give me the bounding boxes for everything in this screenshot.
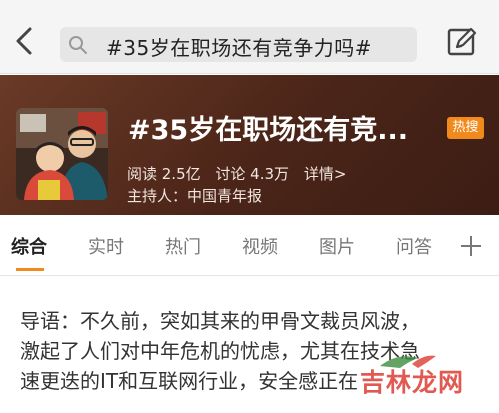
topic-avatar[interactable] (16, 108, 108, 200)
add-tab-button[interactable] (458, 233, 484, 259)
tab-qa[interactable]: 问答 (396, 233, 432, 259)
watermark-text: 吉林龙网 (360, 368, 465, 397)
avatar-photo (16, 108, 108, 200)
intro-section: 导语：不久前，突如其来的甲骨文裁员风波， 激起了人们对中年危机的忧虑，尤其在技术… (0, 277, 499, 413)
search-icon (69, 36, 87, 54)
topic-header: #35岁在职场还有竞... 热搜 阅读 2.5亿 讨论 4.3万 详情> 主持人… (0, 75, 499, 215)
plus-icon (461, 236, 481, 256)
read-count: 阅读 2.5亿 (127, 165, 201, 183)
topic-stats: 阅读 2.5亿 讨论 4.3万 详情> (127, 163, 356, 184)
discussion-count: 讨论 4.3万 (215, 165, 290, 183)
compose-button[interactable] (446, 24, 478, 58)
intro-line: 导语：不久前，突如其来的甲骨文裁员风波， (20, 309, 420, 333)
compose-icon (447, 27, 477, 56)
tab-comprehensive[interactable]: 综合 (11, 233, 47, 259)
tab-realtime[interactable]: 实时 (88, 233, 124, 259)
top-bar: #35岁在职场还有竞争力吗# (0, 0, 499, 74)
tab-hot[interactable]: 热门 (165, 233, 201, 259)
tab-video[interactable]: 视频 (242, 233, 278, 259)
search-query: #35岁在职场还有竞争力吗# (106, 36, 372, 60)
hot-badge: 热搜 (447, 117, 484, 139)
active-tab-indicator (16, 268, 44, 271)
tab-images[interactable]: 图片 (319, 233, 355, 259)
topic-title: #35岁在职场还有竞... (128, 115, 408, 146)
back-button[interactable] (12, 24, 38, 58)
tab-bar: 综合 实时 热门 视频 图片 问答 (0, 216, 499, 276)
details-link[interactable]: 详情> (304, 165, 347, 183)
back-arrow-icon (16, 27, 32, 55)
topic-host: 主持人：中国青年报 (127, 187, 263, 205)
search-input[interactable]: #35岁在职场还有竞争力吗# (60, 27, 417, 62)
